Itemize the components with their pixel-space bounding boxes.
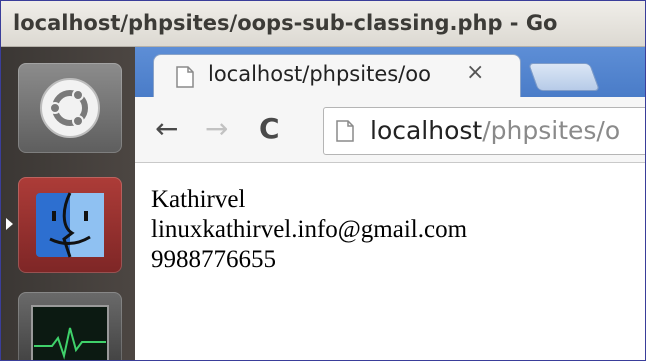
name-text: Kathirvel: [151, 186, 246, 213]
tab-close-icon[interactable]: ×: [466, 60, 484, 85]
finder-icon[interactable]: [18, 177, 122, 273]
email-text: linuxkathirvel.info@gmail.com: [151, 216, 468, 243]
new-tab-button[interactable]: [527, 63, 601, 91]
window-title: localhost/phpsites/oops-sub-classing.php…: [13, 11, 558, 35]
phone-text: 9988776655: [151, 246, 276, 273]
screenshot-frame: localhost/phpsites/oops-sub-classing.php…: [0, 0, 646, 361]
page-icon: [336, 120, 354, 146]
url-host: localhost: [370, 116, 483, 145]
window-title-bar: localhost/phpsites/oops-sub-classing.php…: [1, 1, 645, 47]
back-icon[interactable]: ←: [155, 115, 178, 143]
url-path: /phpsites/o: [482, 116, 621, 145]
page-icon: [176, 66, 194, 92]
reload-icon[interactable]: C: [259, 115, 280, 143]
active-app-indicator: [6, 218, 13, 230]
page-content: Kathirvel linuxkathirvel.info@gmail.com …: [135, 163, 645, 360]
tab-title: localhost/phpsites/oo: [208, 62, 431, 86]
forward-icon[interactable]: →: [205, 115, 228, 143]
system-monitor-icon[interactable]: [18, 292, 122, 360]
unity-launcher: [1, 47, 135, 360]
browser-toolbar: ← → C localhost/phpsites/o: [135, 97, 645, 163]
address-bar[interactable]: localhost/phpsites/o: [323, 107, 645, 155]
url-text[interactable]: localhost/phpsites/o: [370, 116, 620, 145]
tab-strip: localhost/phpsites/oo ×: [135, 47, 645, 97]
browser-tab[interactable]: localhost/phpsites/oo ×: [153, 54, 521, 97]
ubuntu-icon[interactable]: [18, 63, 122, 153]
